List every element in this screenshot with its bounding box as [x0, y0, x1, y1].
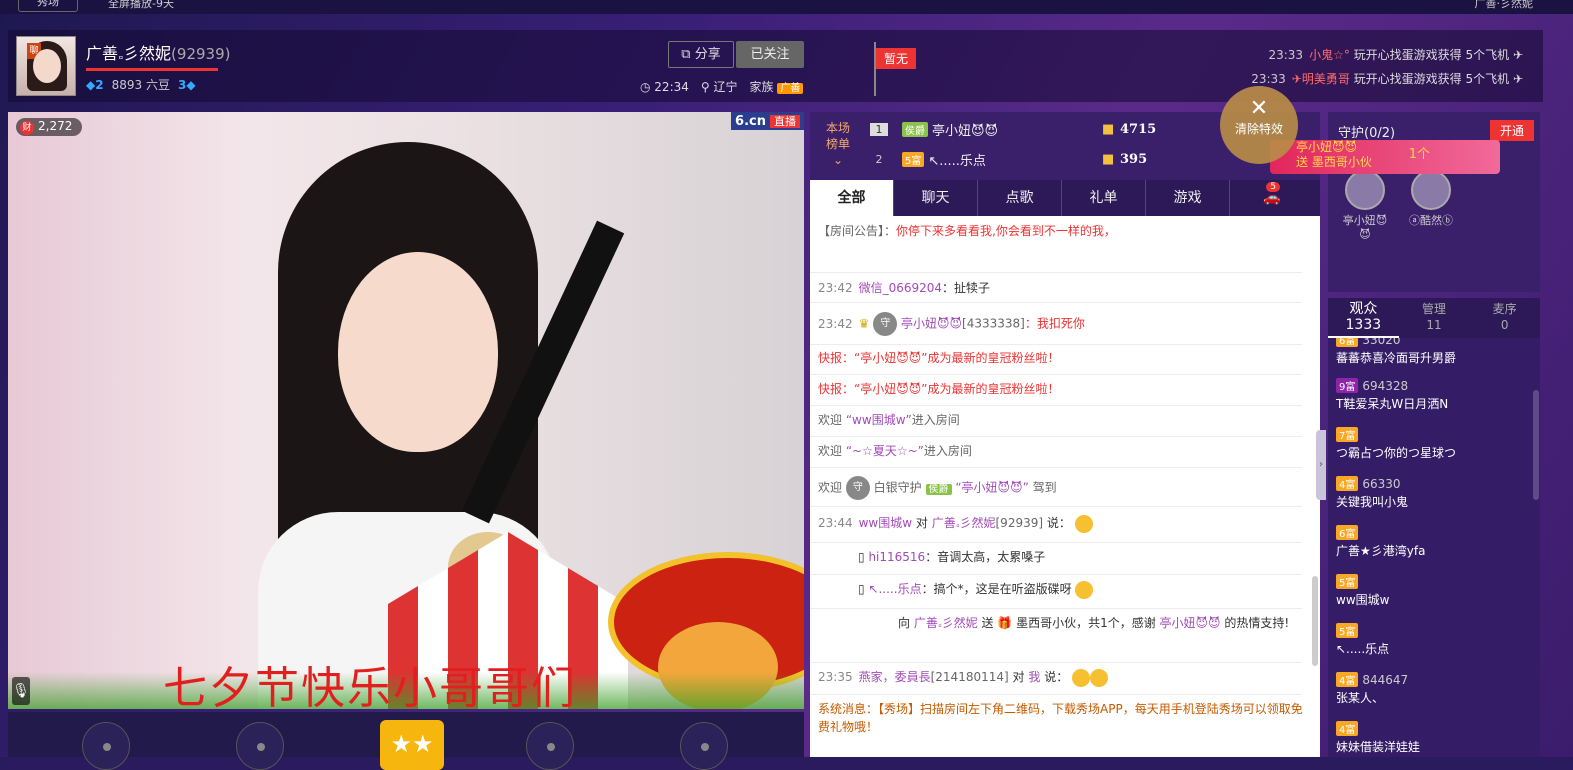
chat-message: ▯ hi116516：音调太高，太累嗓子: [858, 550, 1046, 564]
anchor-meta: ◷ 22:34 ⚲ 辽宁 家族 广善: [640, 78, 804, 95]
user-name[interactable]: 广善·彡然妮: [1475, 0, 1534, 11]
list-item[interactable]: 4富 妹妹借装洋娃娃: [1336, 721, 1532, 755]
gift-banner: 亭小妞😈😈 送 墨西哥小伙 1个: [1270, 140, 1500, 174]
audience-scrollbar[interactable]: [1533, 390, 1539, 500]
notice-line: 23:33 ✈明美勇哥 玩开心找蛋游戏获得 5个飞机 ✈: [1251, 72, 1523, 86]
guard-member[interactable]: 亭小妞😈😈: [1342, 170, 1388, 241]
anchor-id: (92939): [171, 45, 231, 63]
chat-message: 欢迎 “ww围城w”进入房间: [818, 413, 960, 427]
coin-icon: ■: [1102, 151, 1115, 167]
guard-shield-icon: 守: [845, 476, 870, 500]
diamond-icon: ◆2: [86, 77, 104, 92]
chat-message: 向 广善𝅆彡然妮 送 🎁 墨西哥小伙，共1个，感谢 亭小妞😈😈 的热情支持!: [898, 616, 1290, 630]
anchor-name: 广善𝅆彡然妮(92939): [86, 44, 231, 63]
notice-line: 23:33 小鬼☆° 玩开心找蛋游戏获得 5个飞机 ✈: [1268, 48, 1523, 62]
list-item[interactable]: 5富 ww围城w: [1336, 574, 1532, 608]
chat-message: 快报：“亭小妞😈😈”成为最新的皇冠粉丝啦！: [818, 351, 1060, 365]
chat-message: 【房间公告】：你停下来多看看我,你会看到不一样的我，: [818, 224, 1116, 238]
top-bar: 秀场 全屏播放-9天 广善·彡然妮: [0, 0, 1573, 14]
tab-audience[interactable]: 观众 1333: [1328, 298, 1399, 338]
list-item[interactable]: 5富 ↖.....乐点: [1336, 623, 1532, 657]
gift-slot[interactable]: [236, 722, 284, 770]
emoji-icon: [1090, 668, 1109, 687]
site-logo: 6.cn 直播: [731, 112, 804, 130]
ranking-title[interactable]: 本场 榜单 ⌄: [810, 112, 866, 180]
emoji-icon: [1075, 580, 1094, 599]
tab-songs[interactable]: 点歌: [978, 180, 1062, 216]
guard-shield-icon: 守: [873, 312, 898, 336]
rank-row[interactable]: 2 5富 ↖.....乐点 ■ 395: [870, 146, 1270, 172]
phone-icon: ▯: [858, 550, 865, 564]
gift-bar: ★★: [8, 712, 804, 770]
audience-tabs: 观众 1333 管理 11 麦序 0: [1328, 298, 1540, 338]
douzi-count: 8893 六豆: [111, 78, 170, 92]
emoji-icon: [1074, 514, 1093, 533]
gift-icon: 🎁: [997, 616, 1013, 630]
list-item[interactable]: 9富 694328 T鞋爱呆丸W日月洒N: [1336, 378, 1532, 412]
microphone-icon[interactable]: 🎙: [12, 677, 30, 705]
collapse-handle[interactable]: ›: [1316, 430, 1326, 500]
chat-message: 23:42 ♛ 守 亭小妞😈😈[4333338]：我扣死你: [818, 312, 1308, 336]
phone-icon: ▯: [858, 582, 865, 596]
guard-panel: 守护(0/2) 开通 亭小妞😈😈 ⓐ酷然ⓑ: [1328, 112, 1540, 292]
car-count-badge: 5: [1266, 182, 1280, 192]
share-button[interactable]: ⧉ 分享: [668, 41, 734, 68]
tab-games[interactable]: 游戏: [1146, 180, 1230, 216]
chat-list[interactable]: 【房间公告】：你停下来多看看我,你会看到不一样的我， 23:42 微信_06692…: [810, 216, 1320, 757]
star-gift-icon[interactable]: ★★: [380, 720, 444, 770]
top-menu[interactable]: 全屏播放-9天: [108, 0, 174, 11]
chat-message: 快报：“亭小妞😈😈”成为最新的皇冠粉丝啦！: [818, 382, 1060, 396]
system-message: 系统消息：【秀场】扫描房间左下角二维码，下载秀场APP，每天用手机登陆秀场可以领…: [818, 702, 1303, 734]
clear-effects-button[interactable]: ✕ 清除特效: [1220, 86, 1298, 164]
gift-slot[interactable]: [526, 722, 574, 770]
chat-message: 23:35 燕家，委員長[214180114] 对 我 说：: [818, 668, 1308, 687]
emoji-icon: [1072, 668, 1091, 687]
clock-icon: ◷ 22:34: [640, 79, 689, 94]
chat-message: ▯ ↖.....乐点：搞个*，这是在听盗版碟呀: [818, 580, 1308, 599]
chat-message: 欢迎 “~☆夏天☆~”进入房间: [818, 444, 972, 458]
crown-icon: ♛: [858, 316, 870, 331]
audience-list[interactable]: 6富 33020 蕃蕃恭喜冷面哥升男爵 9富 694328 T鞋爱呆丸W日月洒N 7富つ…: [1328, 338, 1540, 757]
list-item[interactable]: 6富 广善★彡港湾yfa: [1336, 525, 1532, 559]
chat-scrollbar[interactable]: [1312, 576, 1318, 666]
flag-label: 暂无: [876, 48, 917, 69]
rank-row[interactable]: 1 侯爵 亭小妞😈😈 ■ 4715: [870, 116, 1270, 142]
chat-tabs: 全部 聊天 点歌 礼单 游戏 🚗 5: [810, 180, 1320, 216]
location-icon: ⚲ 辽宁: [700, 80, 738, 94]
tab-all[interactable]: 全部: [810, 180, 894, 216]
follow-button[interactable]: 已关注: [736, 41, 804, 68]
live-video[interactable]: 七夕节快乐小哥哥们 财 2,272 6.cn 直播 🎙: [8, 112, 804, 709]
anchor-avatar[interactable]: 聊: [16, 36, 76, 96]
tab-admins[interactable]: 管理 11: [1399, 298, 1470, 338]
family-tag[interactable]: 广善: [777, 83, 804, 94]
home-button[interactable]: 秀场: [18, 0, 78, 12]
close-icon: ✕: [1249, 96, 1269, 121]
coin-icon: ■: [1102, 121, 1115, 137]
list-item[interactable]: 4富 844647 张某人、: [1336, 672, 1532, 706]
chat-message: 23:42 微信_0669204：扯犊子: [818, 281, 991, 295]
chat-message: 欢迎 守 白银守护 侯爵 “亭小妞😈😈” 驾到: [818, 476, 1308, 500]
tab-chat[interactable]: 聊天: [894, 180, 978, 216]
level-progress: [86, 68, 218, 71]
open-guard-button[interactable]: 开通: [1489, 120, 1534, 141]
list-item[interactable]: 4富 66330 关键我叫小鬼: [1336, 476, 1532, 510]
gift-slot[interactable]: [82, 722, 130, 770]
anchor-stats: ◆2 8893 六豆 3◆: [86, 76, 196, 93]
anchor-header: 聊 广善𝅆彡然妮(92939) ◆2 8893 六豆 3◆ ⧉ 分享 已关注 ◷…: [8, 30, 1543, 102]
tab-gifts[interactable]: 礼单: [1062, 180, 1146, 216]
chat-message: 23:44 ww围城w 对 广善𝅆彡然妮[92939] 说：: [818, 514, 1308, 533]
video-caption: 七夕节快乐小哥哥们: [163, 663, 577, 709]
list-item[interactable]: 6富 33020 蕃蕃恭喜冷面哥升男爵: [1336, 338, 1532, 366]
guard-member[interactable]: ⓐ酷然ⓑ: [1408, 170, 1454, 228]
wealth-badge: 财 2,272: [16, 118, 83, 136]
gift-slot[interactable]: [680, 722, 728, 770]
tab-mic-queue[interactable]: 麦序 0: [1469, 298, 1540, 338]
diamond-icon: 3◆: [177, 77, 196, 92]
list-item[interactable]: 7富 つ霸占つ你的つ星球つ: [1336, 427, 1532, 461]
